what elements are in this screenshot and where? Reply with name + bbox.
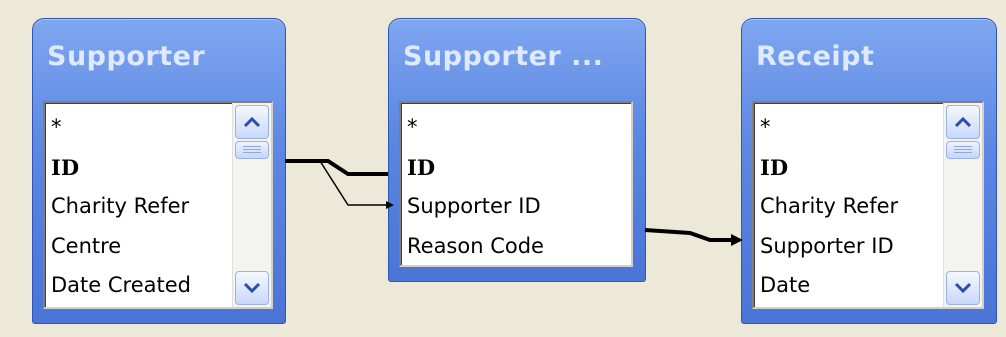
query-design-canvas: Supporter * ID Charity Refer Centre Date… [0,0,1006,337]
join-line-link-receipt[interactable] [644,228,733,242]
join-line-supporter-id[interactable] [285,159,388,176]
relationship-lines [285,159,743,246]
join-line-supporter-supporterid[interactable] [319,160,388,206]
join-arrow-head [386,201,394,209]
join-arrow-head [731,234,743,246]
